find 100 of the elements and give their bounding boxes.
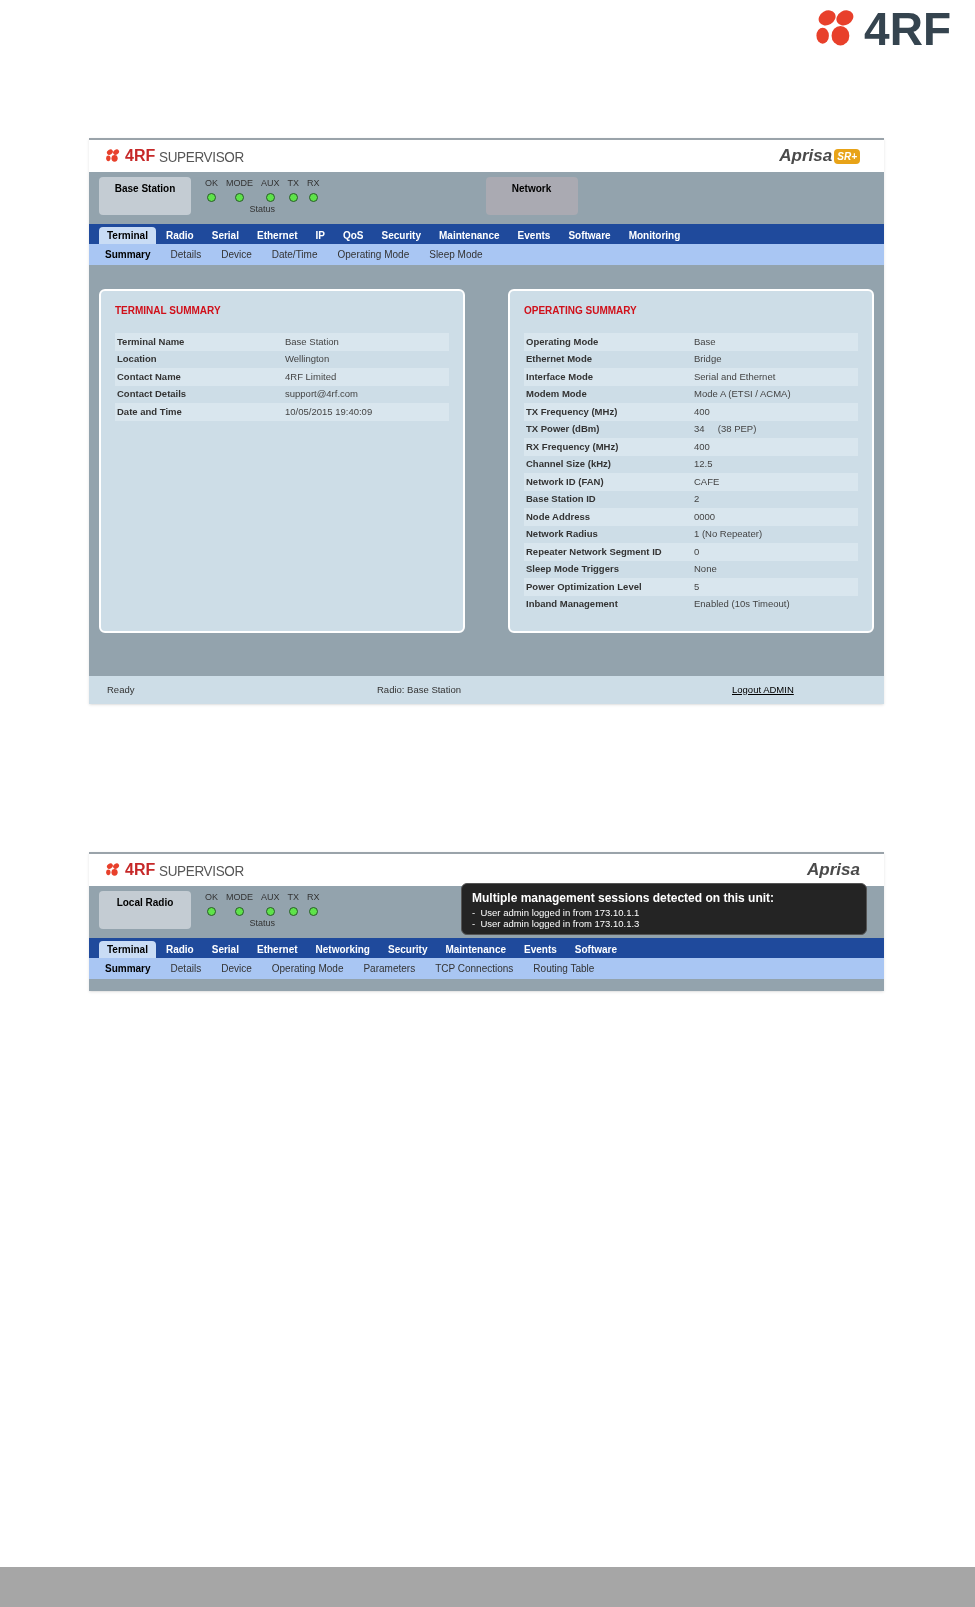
nav-tab[interactable]: Maintenance (431, 227, 508, 244)
field-label: RX Frequency (MHz) (526, 439, 620, 454)
nav-tab[interactable]: Monitoring (620, 227, 689, 244)
field-label: Power Optimization Level (526, 579, 643, 594)
sub-tab[interactable]: Operating Mode (271, 961, 344, 976)
field-value: Serial and Ethernet (694, 369, 776, 384)
field-label: Node Address (526, 509, 592, 524)
field-label: Operating Mode (526, 334, 600, 349)
nav-tab[interactable]: Ethernet (248, 227, 306, 244)
logo-dots-icon (105, 863, 121, 877)
status-label: Status (249, 202, 276, 216)
sub-tab[interactable]: Sleep Mode (429, 247, 483, 262)
field-value: 400 (694, 404, 710, 419)
brand-logo: Aprisa (779, 146, 833, 166)
led-label: RX (307, 891, 320, 904)
sub-tab[interactable]: Date/Time (271, 247, 318, 262)
company-logo: 4RF (864, 6, 951, 52)
field-label: Base Station ID (526, 492, 597, 507)
field-value: 4RF Limited (285, 369, 337, 384)
nav-tab[interactable]: Serial (203, 941, 247, 958)
status-text: Ready (107, 682, 136, 697)
field-value: 10/05/2015 19:40:09 (285, 404, 373, 419)
field-label: TX Frequency (MHz) (526, 404, 619, 419)
field-value: None (694, 562, 717, 577)
panel-title: OPERATING SUMMARY (524, 304, 638, 318)
sub-tab[interactable]: Summary (105, 247, 151, 262)
field-value: Mode A (ETSI / ACMA) (694, 387, 791, 402)
nav-tab[interactable]: Maintenance (437, 941, 515, 958)
brand-logo: Aprisa (807, 860, 860, 880)
notice-line: - User admin logged in from 173.10.1.1 (472, 907, 641, 918)
field-label: Sleep Mode Triggers (526, 562, 620, 577)
notice-title: Multiple management sessions detected on this unit: (472, 890, 776, 907)
field-value: Wellington (285, 352, 330, 367)
nav-tab[interactable]: Terminal (99, 227, 156, 244)
radio-name: Radio: Base Station (377, 682, 462, 697)
nav-tab[interactable]: Software (560, 227, 619, 244)
nav-tab[interactable]: Security (373, 227, 429, 244)
field-label: Contact Details (117, 387, 188, 402)
field-label: Channel Size (kHz) (526, 457, 612, 472)
sub-tab[interactable]: TCP Connections (435, 961, 514, 976)
led-label: AUX (261, 177, 280, 190)
panel-title: TERMINAL SUMMARY (115, 304, 222, 318)
field-label: Ethernet Mode (526, 352, 593, 367)
logout-link[interactable]: Logout ADMIN (732, 682, 794, 698)
led-label: OK (205, 891, 218, 904)
nav-tab[interactable]: Serial (203, 227, 247, 244)
nav-tab[interactable]: Events (516, 941, 565, 958)
sub-tab[interactable]: Routing Table (533, 961, 595, 976)
field-label: Repeater Network Segment ID (526, 544, 663, 559)
station-box: Base Station (99, 177, 191, 215)
nav-tab[interactable]: IP (307, 227, 333, 244)
sub-tab[interactable]: Device (221, 247, 252, 262)
led-label: MODE (226, 177, 253, 190)
field-value: Bridge (694, 352, 722, 367)
notice-line: - User admin logged in from 173.10.1.3 (472, 918, 641, 929)
field-value: support@4rf.com (285, 387, 358, 402)
nav-tab[interactable]: Radio (157, 941, 202, 958)
led-label: MODE (226, 891, 253, 904)
nav-tab[interactable]: Software (566, 941, 626, 958)
nav-tab[interactable]: Ethernet (248, 941, 306, 958)
logo-dots-icon (105, 149, 121, 163)
field-value: 5 (694, 579, 700, 594)
led-label: RX (307, 177, 320, 190)
field-label: Interface Mode (526, 369, 595, 384)
sub-tab[interactable]: Parameters (363, 961, 416, 976)
field-label: Location (117, 352, 158, 367)
sub-tab[interactable]: Details (170, 961, 202, 976)
field-label: TX Power (dBm) (526, 422, 601, 437)
led-label: TX (287, 891, 300, 904)
field-value: 0000 (694, 509, 716, 524)
sub-tab[interactable]: Details (170, 247, 202, 262)
network-box: Network (485, 177, 578, 215)
sub-tab[interactable]: Device (221, 961, 252, 976)
brand-badge: SR+ (834, 148, 860, 164)
field-label: Inband Management (526, 597, 619, 612)
nav-tab[interactable]: QoS (335, 227, 372, 244)
field-label: Modem Mode (526, 387, 588, 402)
nav-tab[interactable]: Terminal (99, 941, 156, 958)
led-label: AUX (261, 891, 280, 904)
field-value: 2 (694, 492, 700, 507)
sub-tab[interactable]: Summary (105, 961, 151, 976)
field-label: Network Radius (526, 527, 599, 542)
product-name: SUPERVISOR (159, 862, 245, 878)
field-label: Date and Time (117, 404, 183, 419)
product-name: SUPERVISOR (159, 148, 245, 164)
led-label: OK (205, 177, 218, 190)
nav-tab[interactable]: Networking (307, 941, 378, 958)
nav-tab[interactable]: Events (509, 227, 559, 244)
nav-tab[interactable]: Radio (157, 227, 202, 244)
field-value: 34 (38 PEP) (694, 422, 757, 437)
field-value: 12.5 (694, 457, 713, 472)
sub-tab[interactable]: Operating Mode (337, 247, 410, 262)
app-logo: 4RF (125, 148, 156, 164)
field-value: Enabled (10s Timeout) (694, 597, 790, 612)
field-value: Base (694, 334, 716, 349)
nav-tab[interactable]: Security (380, 941, 436, 958)
field-label: Contact Name (117, 369, 182, 384)
status-label: Status (249, 916, 276, 930)
field-value: 1 (No Repeater) (694, 527, 763, 542)
station-box: Local Radio (99, 891, 191, 929)
